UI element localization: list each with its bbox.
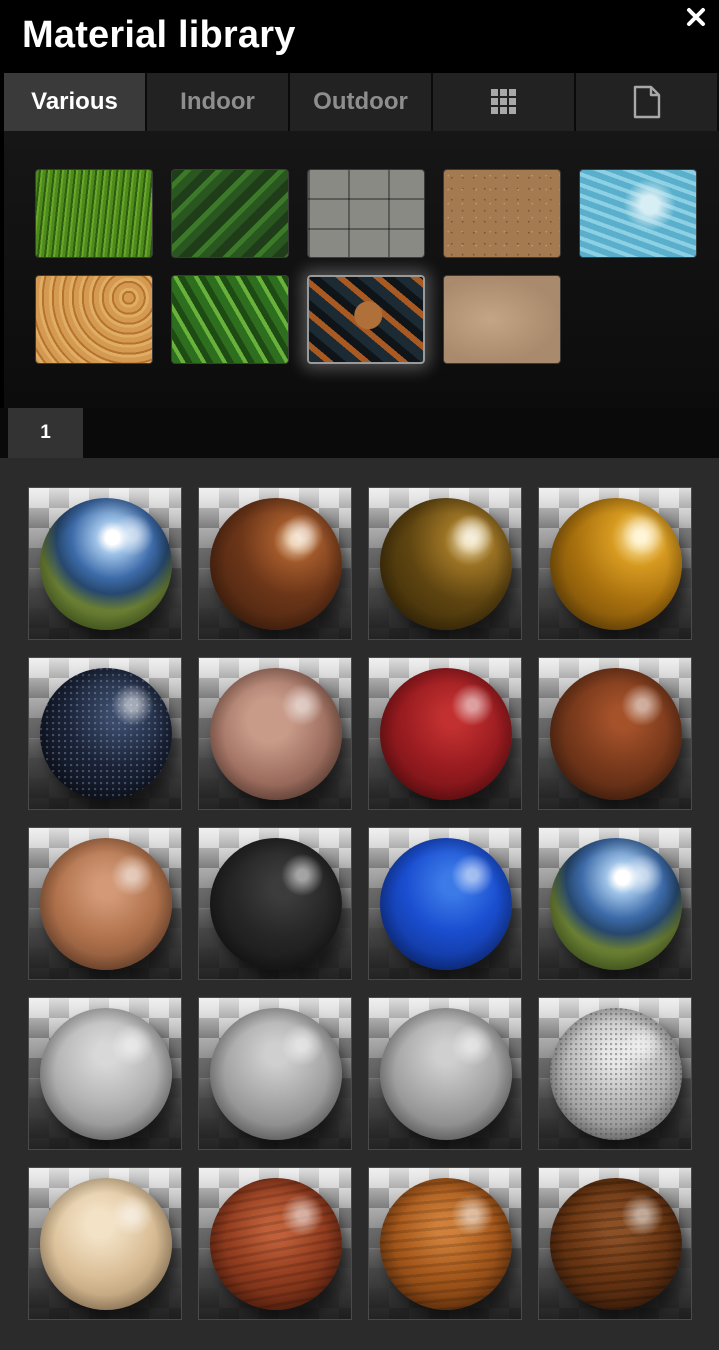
category-water-thumbnail[interactable]: [579, 169, 697, 258]
material-sphere: [550, 668, 682, 800]
category-wood-rings-thumbnail[interactable]: [35, 275, 153, 364]
material-wood-red[interactable]: [198, 1167, 352, 1320]
grid-icon: [490, 89, 516, 114]
material-wood-dark[interactable]: [538, 1167, 692, 1320]
material-sphere: [40, 498, 172, 630]
material-sphere: [380, 838, 512, 970]
material-sphere: [210, 838, 342, 970]
material-bronze[interactable]: [368, 487, 522, 640]
material-gold[interactable]: [538, 487, 692, 640]
material-sphere: [210, 668, 342, 800]
material-copper[interactable]: [198, 487, 352, 640]
material-sphere: [210, 1008, 342, 1140]
material-black[interactable]: [198, 827, 352, 980]
category-grass-thumbnail[interactable]: [35, 169, 153, 258]
material-dark-granite[interactable]: [28, 657, 182, 810]
material-sphere: [550, 838, 682, 970]
category-leaves-thumbnail[interactable]: [171, 169, 289, 258]
material-sphere: [550, 498, 682, 630]
tab-various-label: Various: [31, 88, 118, 115]
material-grey-mid-2[interactable]: [368, 997, 522, 1150]
material-sphere: [550, 1008, 682, 1140]
category-thumbnails: [4, 131, 719, 408]
material-sphere: [40, 838, 172, 970]
material-red[interactable]: [368, 657, 522, 810]
material-sphere: [210, 1178, 342, 1310]
material-sphere: [40, 668, 172, 800]
tab-outdoor-label: Outdoor: [313, 88, 408, 115]
material-sphere: [550, 1178, 682, 1310]
tab-indoor-label: Indoor: [180, 88, 255, 115]
close-icon[interactable]: [685, 6, 707, 28]
page-tabs: 1: [0, 408, 719, 458]
material-wood-light[interactable]: [28, 1167, 182, 1320]
material-wood-orange[interactable]: [368, 1167, 522, 1320]
tab-document[interactable]: [576, 73, 719, 131]
material-grid: [0, 458, 719, 1350]
category-sand-thumbnail[interactable]: [443, 275, 561, 364]
material-sphere: [40, 1008, 172, 1140]
category-tabs: Various Indoor Outdoor: [4, 73, 719, 131]
page-tab-1[interactable]: 1: [8, 408, 83, 458]
material-grey[interactable]: [28, 997, 182, 1150]
material-stone[interactable]: [538, 997, 692, 1150]
material-chrome-green-2[interactable]: [538, 827, 692, 980]
material-sphere: [40, 1178, 172, 1310]
material-sphere: [210, 498, 342, 630]
material-terracotta[interactable]: [28, 827, 182, 980]
material-chrome-green[interactable]: [28, 487, 182, 640]
material-sphere: [380, 668, 512, 800]
material-rust[interactable]: [538, 657, 692, 810]
category-plant-thumbnail[interactable]: [171, 275, 289, 364]
title-bar: Material library: [0, 0, 719, 72]
material-library-panel: Material library Various Indoor Outdoor: [0, 0, 719, 1350]
document-icon: [633, 85, 660, 119]
window-title: Material library: [22, 14, 296, 56]
material-blue[interactable]: [368, 827, 522, 980]
tab-various[interactable]: Various: [4, 73, 147, 131]
category-abstract-art-thumbnail[interactable]: [307, 275, 425, 364]
category-stone-wall-thumbnail[interactable]: [307, 169, 425, 258]
material-grey-mid[interactable]: [198, 997, 352, 1150]
tab-indoor[interactable]: Indoor: [147, 73, 290, 131]
category-dirt-thumbnail[interactable]: [443, 169, 561, 258]
material-sphere: [380, 1008, 512, 1140]
material-marble-red[interactable]: [198, 657, 352, 810]
material-sphere: [380, 498, 512, 630]
material-sphere: [380, 1178, 512, 1310]
tab-outdoor[interactable]: Outdoor: [290, 73, 433, 131]
tab-grid[interactable]: [433, 73, 576, 131]
